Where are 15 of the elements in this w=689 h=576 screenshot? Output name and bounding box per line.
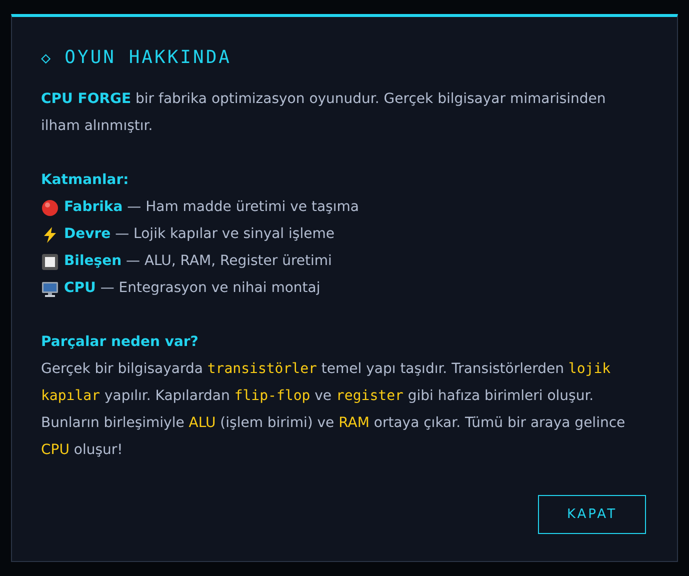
close-button[interactable]: KAPAT	[538, 495, 646, 534]
layers-heading: Katmanlar:	[41, 171, 130, 190]
layer-text: Devre — Lojik kapılar ve sinyal işleme	[64, 225, 334, 244]
parts-text: Gerçek bir bilgisayarda transistörler temel yapı taşıdır. Transistörlerden lojik kapılar yapılır. Kapılardan flip-flop ve register gibi hafıza birimleri oluşur. Bunların birleşimiyle ALU (işlem birimi) ve RAM ortaya çıkar. Tümü bir araya gelince CPU oluşur!	[41, 360, 626, 460]
intro-text: CPU FORGE bir fabrika optimizasyon oyunudur. Gerçek bilgisayar mimarisinden ilham alınmıştır.	[41, 90, 607, 136]
circle-icon	[41, 198, 59, 216]
layer-text: CPU — Entegrasyon ve nihai montaj	[64, 279, 320, 298]
lightning-icon	[41, 226, 59, 244]
layer-text: Fabrika — Ham madde üretimi ve taşıma	[64, 198, 359, 217]
layer-text: Bileşen — ALU, RAM, Register üretimi	[64, 252, 332, 271]
square-icon	[41, 252, 59, 270]
parts-heading: Parçalar neden var?	[41, 333, 200, 352]
monitor-icon	[41, 280, 59, 298]
dialog-title: OYUN HAKKINDA	[64, 47, 232, 68]
diamond-icon: ◇	[41, 48, 51, 67]
